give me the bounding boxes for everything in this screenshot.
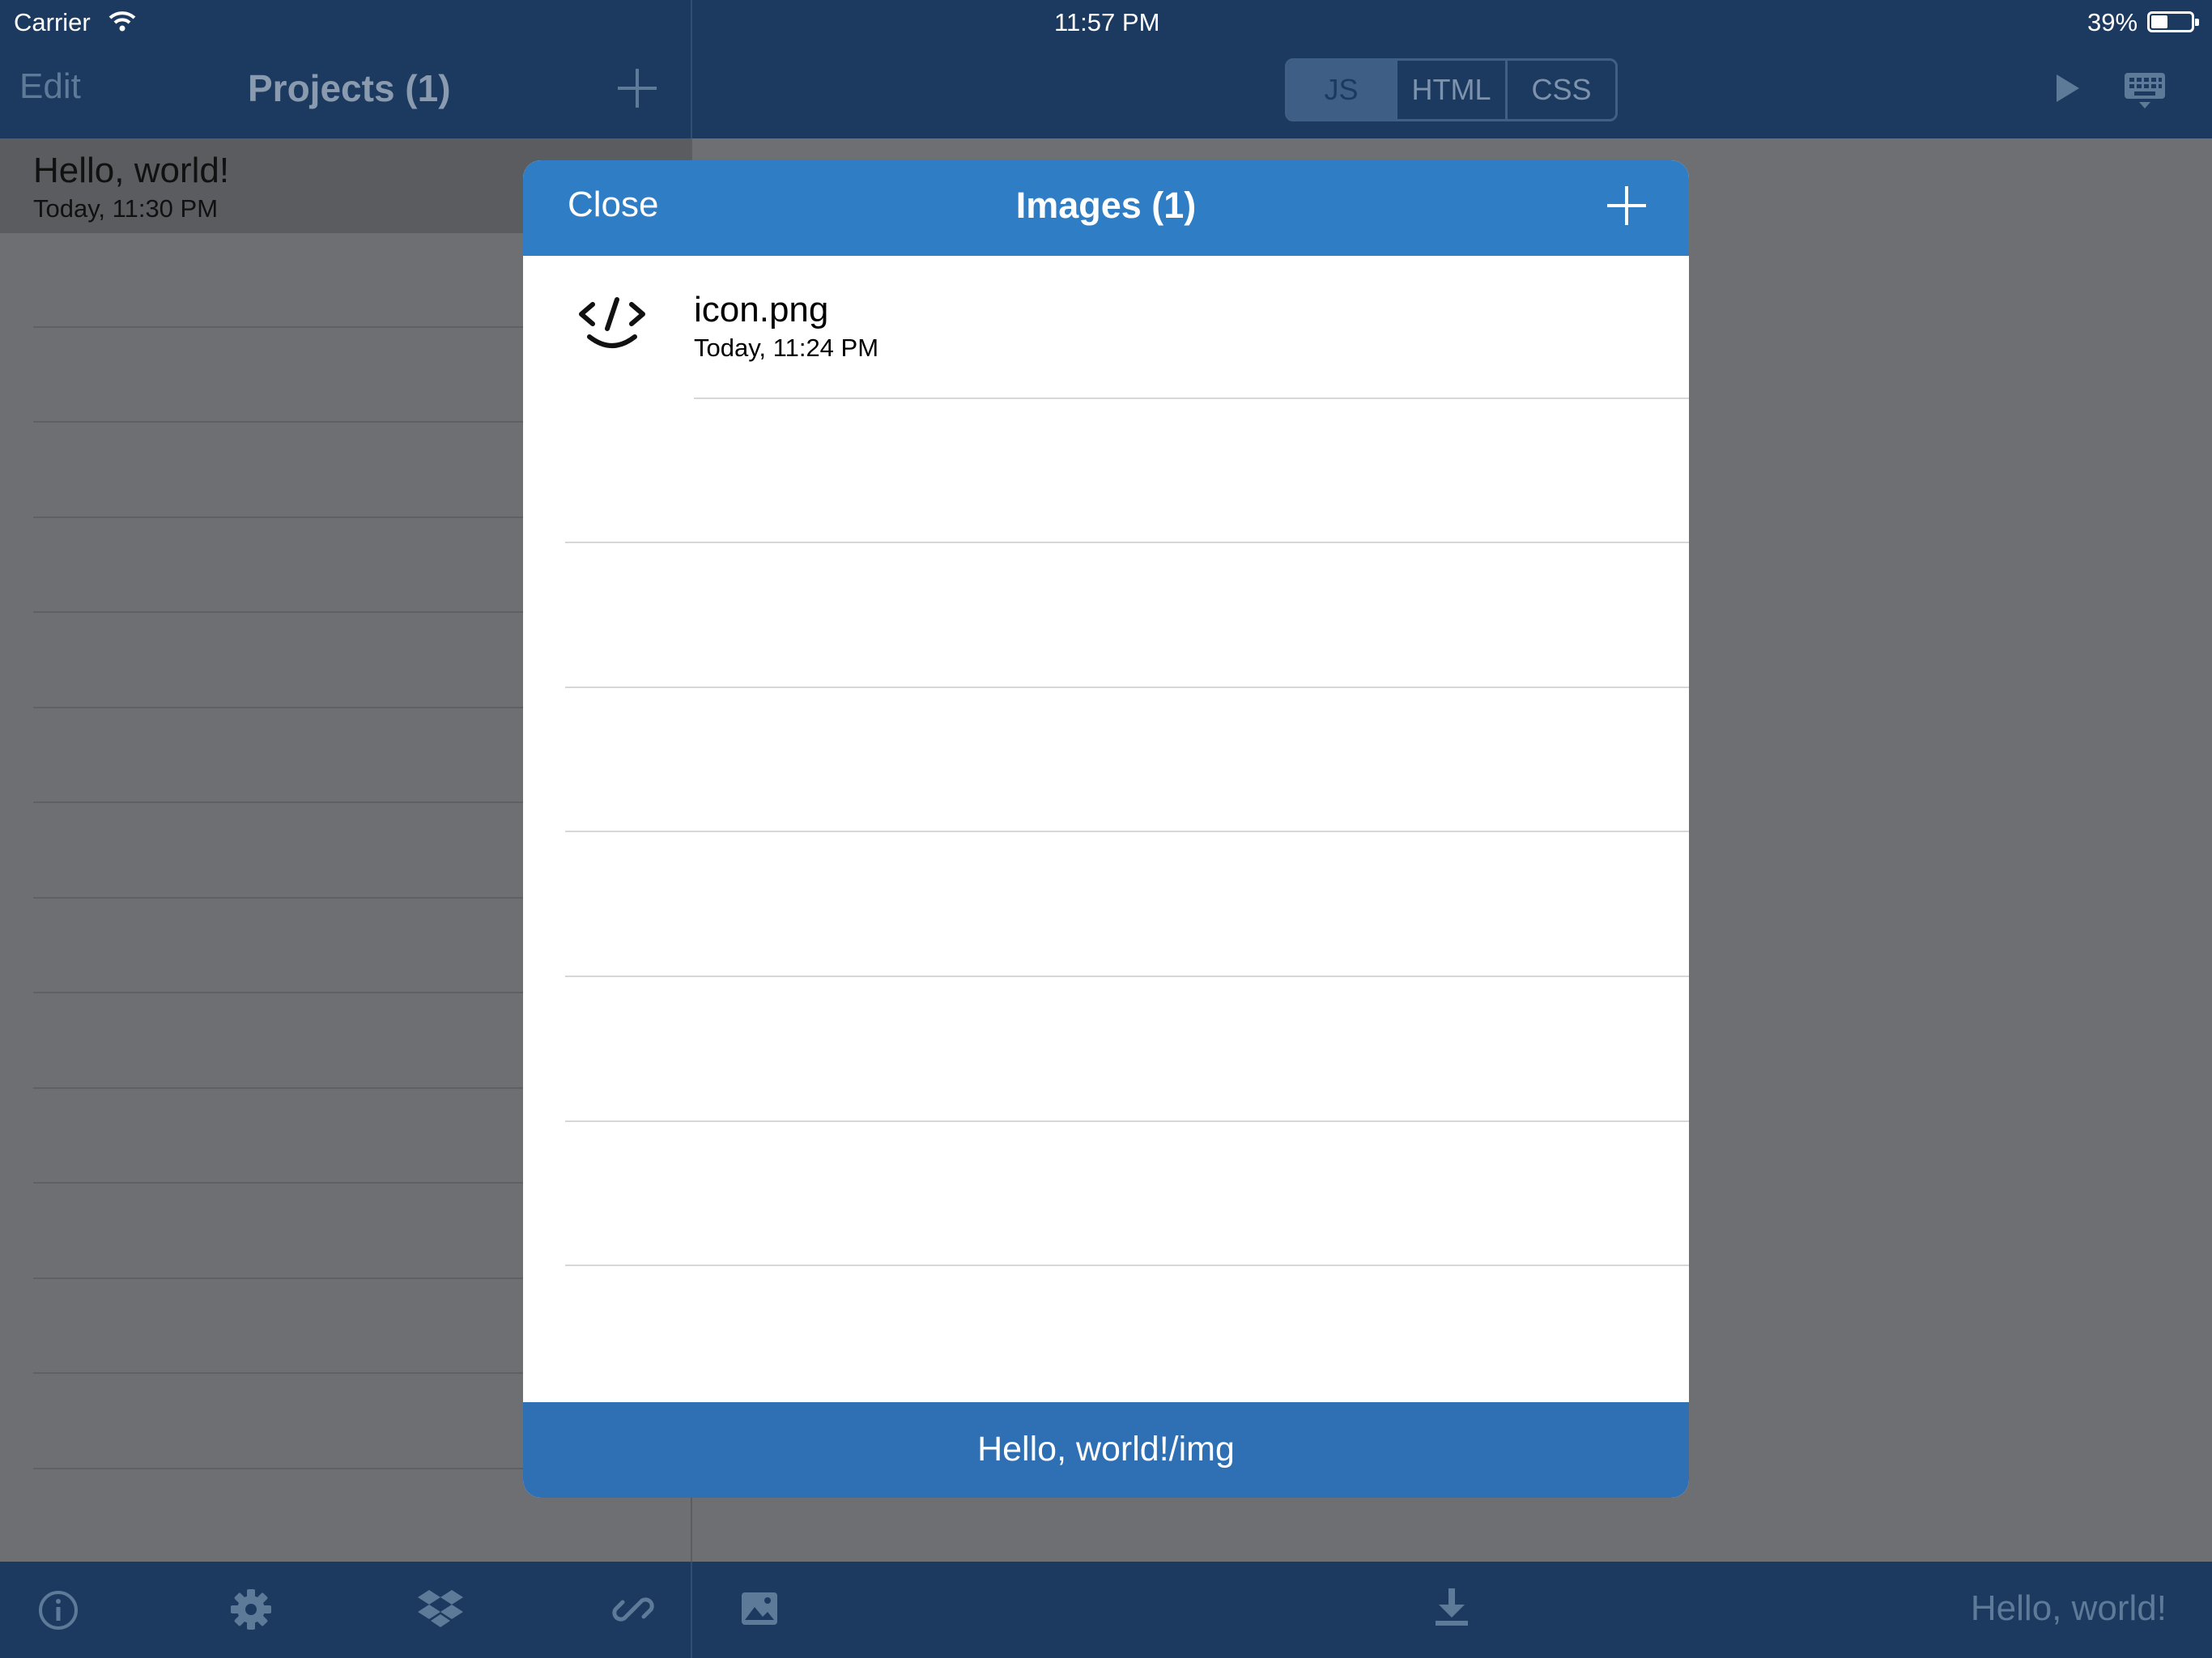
document-name: Hello, world! <box>1970 1588 2167 1628</box>
clock: 11:57 PM <box>1054 8 1160 36</box>
segment-js[interactable]: JS <box>1287 61 1395 119</box>
row-separator <box>565 1120 1689 1122</box>
file-row[interactable]: icon.png Today, 11:24 PM <box>523 256 1689 397</box>
battery-icon <box>2147 11 2199 32</box>
row-separator <box>565 976 1689 977</box>
row-separator <box>565 1265 1689 1266</box>
divider <box>691 1562 692 1658</box>
download-icon[interactable] <box>1434 1587 1470 1627</box>
row-separator <box>565 687 1689 688</box>
image-icon[interactable] <box>740 1591 779 1626</box>
play-icon[interactable] <box>2055 73 2081 104</box>
modal-title: Images (1) <box>1015 185 1197 226</box>
add-image-icon[interactable] <box>1607 186 1646 225</box>
battery-percent: 39% <box>2087 8 2138 36</box>
carrier-label: Carrier <box>14 8 91 36</box>
segment-css[interactable]: CSS <box>1505 61 1615 119</box>
info-icon[interactable] <box>37 1589 79 1631</box>
link-icon[interactable] <box>611 1588 655 1631</box>
code-smile-icon <box>579 297 645 348</box>
row-separator <box>565 542 1689 543</box>
wifi-icon <box>108 11 136 32</box>
bottom-toolbar <box>0 1562 2212 1658</box>
project-title: Hello, world! <box>33 151 230 190</box>
modal-footer: Hello, world!/img <box>523 1402 1689 1498</box>
file-date: Today, 11:24 PM <box>694 334 879 362</box>
segment-html[interactable]: HTML <box>1395 61 1505 119</box>
edit-button[interactable]: Edit <box>19 66 81 107</box>
keyboard-icon[interactable] <box>2123 71 2167 110</box>
folder-path: Hello, world!/img <box>977 1430 1235 1469</box>
divider <box>691 0 692 138</box>
row-separator <box>565 831 1689 832</box>
gear-icon[interactable] <box>229 1588 273 1631</box>
modal-header: Close Images (1) <box>523 160 1689 256</box>
row-separator <box>694 397 1689 399</box>
dropbox-icon[interactable] <box>418 1588 463 1631</box>
file-name: icon.png <box>694 290 829 329</box>
images-modal: Close Images (1) icon.png Today, 11:24 P… <box>523 160 1689 1498</box>
projects-title: Projects (1) <box>248 67 451 109</box>
language-segmented-control: JS HTML CSS <box>1285 58 1618 121</box>
add-project-icon[interactable] <box>618 69 657 108</box>
project-date: Today, 11:30 PM <box>33 194 219 223</box>
